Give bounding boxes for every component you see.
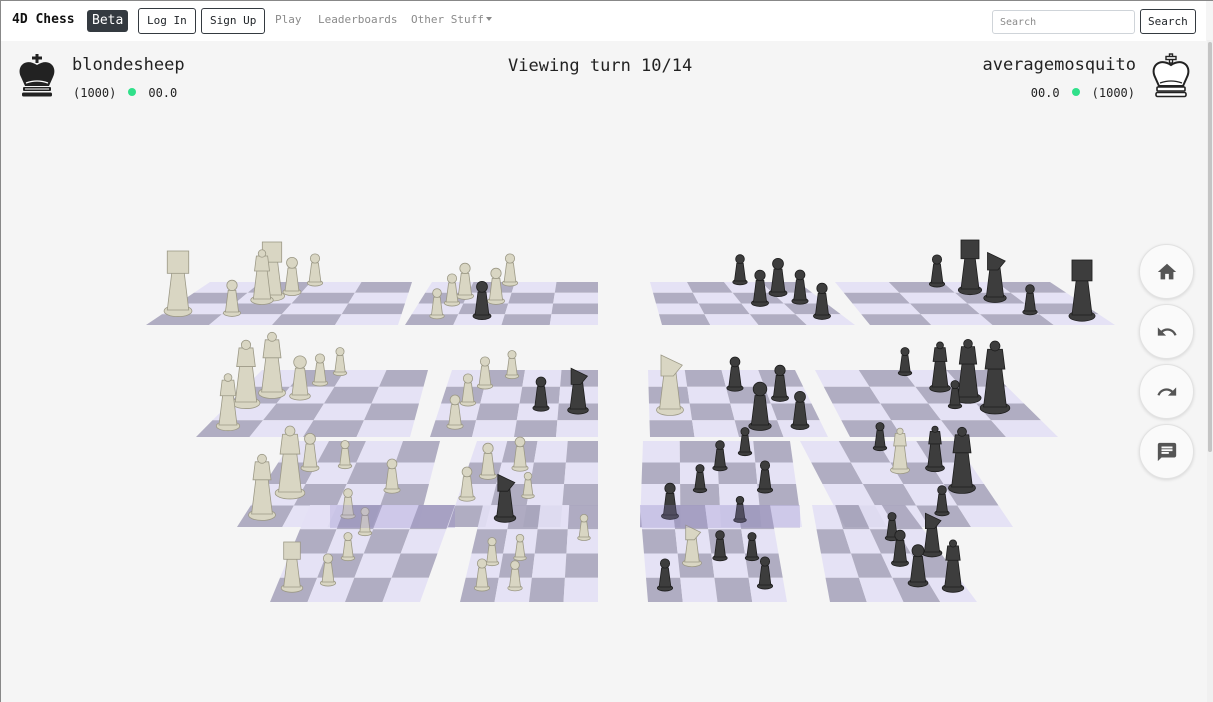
black-pawn-piece[interactable] bbox=[897, 347, 913, 377]
board-square[interactable] bbox=[563, 577, 599, 602]
board-square[interactable] bbox=[511, 282, 557, 293]
board-square[interactable] bbox=[564, 553, 598, 578]
page-scrollbar[interactable] bbox=[1207, 40, 1213, 702]
board-square[interactable] bbox=[537, 505, 570, 530]
move-highlight bbox=[640, 505, 800, 528]
white-pawn-piece[interactable] bbox=[504, 350, 520, 380]
board-square[interactable] bbox=[642, 529, 678, 554]
white-pawn-piece[interactable] bbox=[306, 253, 324, 287]
black-rook-piece[interactable] bbox=[957, 239, 983, 296]
white-queen-piece[interactable] bbox=[258, 331, 286, 399]
board-square[interactable] bbox=[714, 577, 753, 602]
redo-button[interactable] bbox=[1139, 364, 1194, 419]
board-square[interactable] bbox=[684, 370, 726, 387]
board-square[interactable] bbox=[364, 403, 419, 421]
black-rook-piece[interactable] bbox=[1068, 259, 1096, 322]
board-square[interactable] bbox=[564, 462, 598, 485]
redo-icon bbox=[1156, 386, 1176, 396]
board-square[interactable] bbox=[354, 282, 412, 293]
board-square[interactable] bbox=[501, 314, 552, 325]
undo-button[interactable] bbox=[1139, 304, 1194, 359]
black-knight-piece[interactable] bbox=[983, 251, 1007, 303]
chat-button[interactable] bbox=[1139, 424, 1194, 479]
board-square[interactable] bbox=[679, 441, 718, 463]
board-square[interactable] bbox=[549, 314, 598, 325]
board-square[interactable] bbox=[692, 420, 739, 437]
board-square[interactable] bbox=[708, 529, 745, 554]
board-square[interactable] bbox=[531, 553, 567, 578]
board-square[interactable] bbox=[843, 292, 910, 304]
board-square[interactable] bbox=[565, 441, 598, 463]
board-square[interactable] bbox=[356, 420, 415, 437]
white-pawn-piece[interactable] bbox=[456, 262, 474, 300]
board-square[interactable] bbox=[476, 403, 520, 421]
board-square[interactable] bbox=[642, 441, 680, 463]
home-icon bbox=[1157, 263, 1176, 279]
board-square[interactable] bbox=[650, 282, 693, 293]
board-square[interactable] bbox=[341, 303, 405, 315]
black-pawn-piece[interactable] bbox=[768, 257, 788, 297]
board-square[interactable] bbox=[272, 314, 342, 325]
board-square[interactable] bbox=[653, 292, 699, 304]
board-square[interactable] bbox=[554, 282, 598, 293]
board-square[interactable] bbox=[534, 529, 568, 554]
board-square[interactable] bbox=[659, 314, 711, 325]
home-button[interactable] bbox=[1139, 244, 1194, 299]
board-square[interactable] bbox=[753, 441, 793, 463]
black-bishop-piece[interactable] bbox=[929, 341, 951, 393]
board-square[interactable] bbox=[852, 303, 921, 315]
undo-icon bbox=[1157, 326, 1177, 336]
board-square[interactable] bbox=[508, 292, 555, 304]
white-pawn-piece[interactable] bbox=[332, 347, 348, 377]
white-pawn-piece[interactable] bbox=[282, 256, 302, 296]
move-highlight bbox=[330, 505, 455, 528]
board-square[interactable] bbox=[553, 292, 598, 304]
board-square[interactable] bbox=[533, 441, 568, 463]
board-square[interactable] bbox=[698, 303, 750, 315]
chess-board-scene[interactable] bbox=[0, 0, 1213, 702]
board-square[interactable] bbox=[656, 303, 705, 315]
board-square[interactable] bbox=[472, 420, 517, 437]
board-square[interactable] bbox=[835, 282, 900, 293]
black-pawn-piece[interactable] bbox=[732, 254, 748, 286]
board-square[interactable] bbox=[687, 386, 731, 404]
board-square[interactable] bbox=[551, 303, 598, 315]
board-square[interactable] bbox=[291, 292, 355, 304]
board-square[interactable] bbox=[348, 292, 409, 304]
board-square[interactable] bbox=[680, 577, 718, 602]
board-square[interactable] bbox=[704, 314, 759, 325]
chat-icon bbox=[1157, 442, 1176, 461]
board-square[interactable] bbox=[514, 420, 558, 437]
white-pawn-piece[interactable] bbox=[311, 353, 329, 387]
board-square[interactable] bbox=[530, 462, 566, 485]
board-square[interactable] bbox=[641, 462, 681, 485]
board-square[interactable] bbox=[529, 577, 565, 602]
board-square[interactable] bbox=[861, 314, 932, 325]
scrollbar-thumb[interactable] bbox=[1208, 42, 1212, 452]
board-square[interactable] bbox=[504, 303, 554, 315]
board-square[interactable] bbox=[556, 420, 598, 437]
white-queen-piece[interactable] bbox=[231, 339, 261, 409]
white-rook-piece[interactable] bbox=[163, 250, 193, 317]
board-square[interactable] bbox=[741, 529, 779, 554]
board-square[interactable] bbox=[379, 370, 428, 387]
board-square[interactable] bbox=[920, 314, 993, 325]
board-square[interactable] bbox=[649, 420, 695, 437]
board-square[interactable] bbox=[371, 386, 424, 404]
board-square[interactable] bbox=[562, 484, 598, 506]
white-pawn-piece[interactable] bbox=[501, 253, 519, 287]
board-square[interactable] bbox=[395, 441, 440, 463]
black-pawn-piece[interactable] bbox=[928, 254, 946, 288]
board-square[interactable] bbox=[335, 314, 402, 325]
board-square[interactable] bbox=[281, 303, 349, 315]
board-square[interactable] bbox=[689, 403, 735, 421]
